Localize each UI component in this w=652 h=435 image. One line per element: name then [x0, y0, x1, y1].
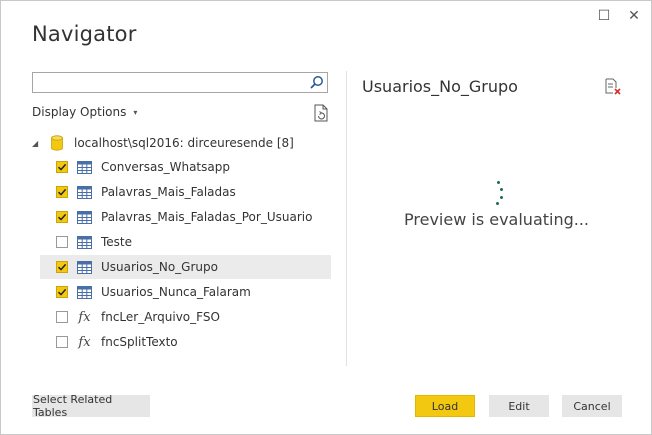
- table-icon: [77, 285, 92, 299]
- tree-item-checkbox[interactable]: [56, 186, 68, 198]
- database-icon: [51, 135, 63, 151]
- chevron-down-icon: ▾: [133, 107, 138, 117]
- tree-item-checkbox[interactable]: [56, 261, 68, 273]
- tree-item-checkbox[interactable]: [56, 236, 68, 248]
- load-button[interactable]: Load: [415, 395, 475, 417]
- checkmark-icon: [57, 288, 67, 296]
- tree-item-checkbox[interactable]: [56, 161, 68, 173]
- select-related-tables-button[interactable]: Select Related Tables: [32, 393, 150, 419]
- tree-item[interactable]: Usuarios_Nunca_Falaram: [40, 280, 331, 304]
- edit-button[interactable]: Edit: [489, 395, 549, 417]
- tree-root-label: localhost\sql2016: dirceuresende [8]: [74, 136, 294, 150]
- tree-item[interactable]: fx fncSplitTexto: [40, 330, 331, 354]
- table-icon: [77, 210, 92, 224]
- table-icon: [77, 260, 92, 274]
- checkmark-icon: [57, 213, 67, 221]
- preview-title: Usuarios_No_Grupo: [362, 77, 518, 96]
- tree-item[interactable]: Teste: [40, 230, 331, 254]
- checkmark-icon: [57, 163, 67, 171]
- tree-item[interactable]: Palavras_Mais_Faladas: [40, 180, 331, 204]
- tree-item-checkbox[interactable]: [56, 211, 68, 223]
- tree-item-checkbox[interactable]: [56, 286, 68, 298]
- cancel-button[interactable]: Cancel: [562, 395, 622, 417]
- dialog-title: Navigator: [32, 22, 137, 46]
- tree-item-label: Teste: [101, 235, 133, 249]
- tree-root-database[interactable]: ◢ localhost\sql2016: dirceuresende [8]: [32, 133, 294, 153]
- tree-item-checkbox[interactable]: [56, 311, 68, 323]
- display-options-dropdown[interactable]: Display Options ▾: [32, 105, 137, 119]
- tree-item-label: Usuarios_No_Grupo: [101, 260, 218, 274]
- tree-item-label: Palavras_Mais_Faladas: [101, 185, 236, 199]
- loading-spinner: [493, 181, 505, 207]
- function-icon: fx: [78, 309, 91, 325]
- table-icon: [77, 235, 92, 249]
- refresh-icon[interactable]: [312, 104, 330, 123]
- preview-options-icon[interactable]: [604, 78, 622, 96]
- tree-item[interactable]: Palavras_Mais_Faladas_Por_Usuario: [40, 205, 331, 229]
- maximize-icon[interactable]: ☐: [595, 7, 613, 25]
- preview-status: Preview is evaluating...: [404, 210, 590, 229]
- checkmark-icon: [57, 263, 67, 271]
- tree-item-label: Palavras_Mais_Faladas_Por_Usuario: [101, 210, 313, 224]
- display-options-label: Display Options: [32, 105, 127, 119]
- tree-item-label: fncLer_Arquivo_FSO: [101, 310, 220, 324]
- tree-item[interactable]: Usuarios_No_Grupo: [40, 255, 331, 279]
- tree-item-label: Usuarios_Nunca_Falaram: [101, 285, 251, 299]
- pane-divider: [346, 71, 347, 366]
- table-icon: [77, 185, 92, 199]
- tree-item-label: Conversas_Whatsapp: [101, 160, 230, 174]
- tree-item-checkbox[interactable]: [56, 336, 68, 348]
- tree-item[interactable]: fx fncLer_Arquivo_FSO: [40, 305, 331, 329]
- expand-icon[interactable]: ◢: [32, 139, 44, 148]
- close-icon[interactable]: ✕: [625, 7, 643, 25]
- tree-item[interactable]: Conversas_Whatsapp: [40, 155, 331, 179]
- table-icon: [77, 160, 92, 174]
- checkmark-icon: [57, 188, 67, 196]
- search-input[interactable]: [32, 72, 328, 93]
- tree-item-label: fncSplitTexto: [101, 335, 178, 349]
- function-icon: fx: [78, 334, 91, 350]
- search-icon[interactable]: [309, 75, 324, 90]
- navigator-window: ☐ ✕ Navigator Display Options ▾ ◢ localh…: [0, 0, 652, 435]
